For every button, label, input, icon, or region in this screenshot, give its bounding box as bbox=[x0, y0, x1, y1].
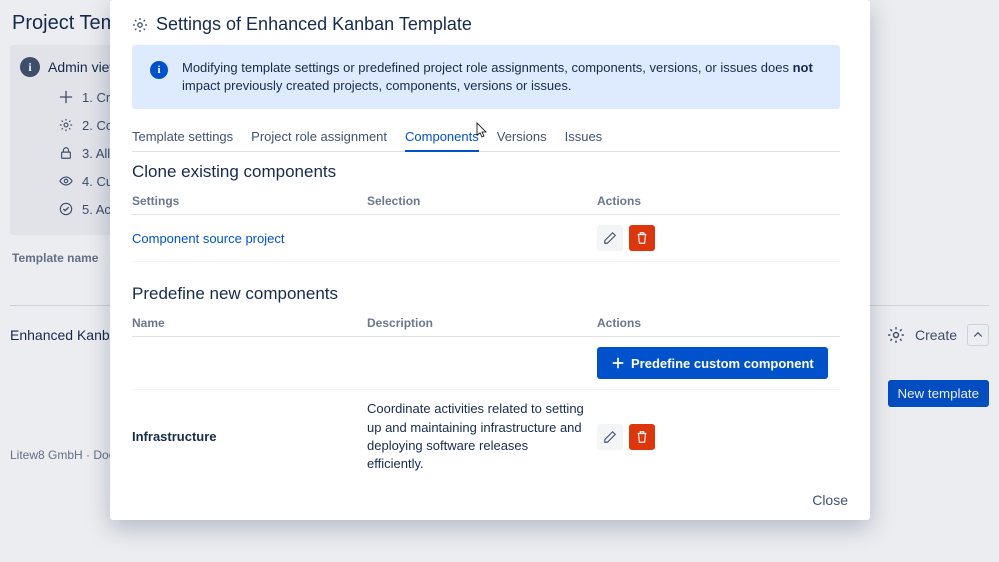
clone-row: Component source project bbox=[132, 215, 840, 262]
component-desc: Coordinate activities related to setting… bbox=[367, 400, 597, 473]
predef-header-row: Name Description Actions bbox=[132, 310, 840, 337]
clone-section-title: Clone existing components bbox=[132, 162, 840, 182]
col-name: Name bbox=[132, 316, 367, 330]
info-banner-text: Modifying template settings or predefine… bbox=[182, 59, 822, 95]
tab-bar: Template settings Project role assignmen… bbox=[132, 123, 840, 152]
modal-body[interactable]: i Modifying template settings or predefi… bbox=[132, 45, 870, 479]
col-actions: Actions bbox=[597, 316, 840, 330]
predefine-custom-component-button[interactable]: Predefine custom component bbox=[597, 347, 828, 379]
edit-button[interactable] bbox=[597, 424, 623, 450]
col-description: Description bbox=[367, 316, 597, 330]
info-banner: i Modifying template settings or predefi… bbox=[132, 45, 840, 109]
tab-project-role-assignment[interactable]: Project role assignment bbox=[251, 123, 387, 151]
tab-versions[interactable]: Versions bbox=[497, 123, 547, 151]
tab-template-settings[interactable]: Template settings bbox=[132, 123, 233, 151]
delete-button[interactable] bbox=[629, 225, 655, 251]
tab-issues[interactable]: Issues bbox=[565, 123, 603, 151]
edit-button[interactable] bbox=[597, 225, 623, 251]
modal-footer: Close bbox=[110, 479, 870, 520]
settings-modal: Settings of Enhanced Kanban Template i M… bbox=[110, 0, 870, 520]
component-source-project-link[interactable]: Component source project bbox=[132, 231, 367, 246]
modal-header: Settings of Enhanced Kanban Template bbox=[110, 0, 870, 45]
col-selection: Selection bbox=[367, 194, 597, 208]
gear-icon bbox=[132, 17, 148, 33]
info-icon: i bbox=[150, 61, 168, 79]
delete-button[interactable] bbox=[629, 424, 655, 450]
clone-header-row: Settings Selection Actions bbox=[132, 188, 840, 215]
predef-button-row: Predefine custom component bbox=[132, 337, 840, 390]
col-settings: Settings bbox=[132, 194, 367, 208]
col-actions: Actions bbox=[597, 194, 840, 208]
component-name: Infrastructure bbox=[132, 429, 367, 444]
close-button[interactable]: Close bbox=[812, 492, 848, 508]
tab-components[interactable]: Components bbox=[405, 123, 479, 152]
predefine-section-title: Predefine new components bbox=[132, 284, 840, 304]
predef-row: Infrastructure Coordinate activities rel… bbox=[132, 390, 840, 479]
modal-title: Settings of Enhanced Kanban Template bbox=[156, 14, 472, 35]
